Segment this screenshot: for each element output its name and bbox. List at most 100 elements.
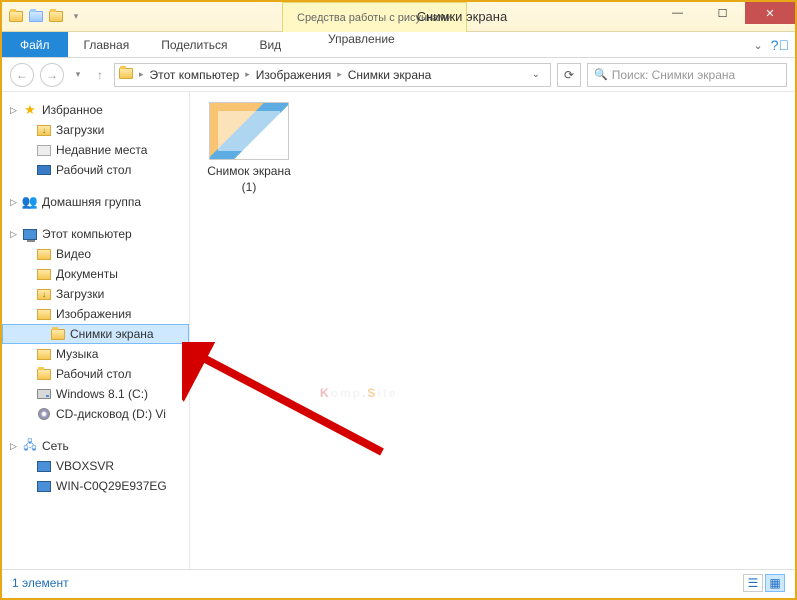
nav-recent-dropdown[interactable]: ▾: [70, 63, 86, 87]
address-bar[interactable]: ▸ Этот компьютер ▸ Изображения ▸ Снимки …: [114, 63, 551, 87]
tree-root-network[interactable]: ▷ 🖧 Сеть: [2, 436, 189, 456]
status-item-count: 1 элемент: [12, 576, 69, 590]
disc-icon: [36, 406, 52, 422]
help-icon[interactable]: ?⃝: [771, 37, 789, 53]
expand-icon[interactable]: ▷: [10, 197, 22, 208]
tree-item-desktop[interactable]: Рабочий стол: [2, 160, 189, 180]
quick-access-toolbar: ▾: [2, 9, 90, 25]
tree-label: Недавние места: [56, 143, 147, 157]
tree-label: Загрузки: [56, 287, 104, 301]
minimize-button[interactable]: —: [655, 2, 700, 24]
tree-label: Загрузки: [56, 123, 104, 137]
expand-icon[interactable]: ▷: [10, 229, 22, 240]
title-bar: ▾ Средства работы с рисунками Снимки экр…: [2, 2, 795, 32]
tree-item-drive-d[interactable]: CD-дисковод (D:) Vi: [2, 404, 189, 424]
view-details-button[interactable]: ☰: [743, 574, 763, 592]
refresh-button[interactable]: ⟳: [557, 63, 581, 87]
star-icon: ★: [22, 102, 38, 118]
tree-label: Рабочий стол: [56, 163, 131, 177]
tree-homegroup: ▷ 👥 Домашняя группа: [2, 192, 189, 212]
ribbon-tabs: Файл Главная Поделиться Вид Управление ⌄…: [2, 32, 795, 58]
drive-icon: [36, 386, 52, 402]
nav-forward-button[interactable]: →: [40, 63, 64, 87]
tree-label: Видео: [56, 247, 91, 261]
video-folder-icon: [36, 246, 52, 262]
tree-root-homegroup[interactable]: ▷ 👥 Домашняя группа: [2, 192, 189, 212]
search-placeholder: Поиск: Снимки экрана: [612, 68, 735, 82]
window-title: Снимки экрана: [417, 9, 508, 24]
tree-network: ▷ 🖧 Сеть VBOXSVR WIN-C0Q29E937EG: [2, 436, 189, 496]
window-controls: — ☐ ✕: [655, 2, 795, 24]
tree-item-downloads[interactable]: Загрузки: [2, 120, 189, 140]
desktop-icon: [36, 162, 52, 178]
new-folder-icon[interactable]: [48, 9, 64, 25]
file-thumbnail: [209, 102, 289, 160]
tree-label: Рабочий стол: [56, 367, 131, 381]
file-name: Снимок экрана (1): [204, 164, 294, 195]
tree-label: Этот компьютер: [42, 227, 132, 241]
tab-manage[interactable]: Управление: [312, 32, 411, 46]
tree-item-screenshots[interactable]: Снимки экрана: [2, 324, 189, 344]
tree-item-netpc1[interactable]: VBOXSVR: [2, 456, 189, 476]
downloads-icon: [36, 122, 52, 138]
tree-item-desktop2[interactable]: Рабочий стол: [2, 364, 189, 384]
tree-root-favorites[interactable]: ▷ ★ Избранное: [2, 100, 189, 120]
documents-folder-icon: [36, 266, 52, 282]
tab-view[interactable]: Вид: [243, 32, 297, 57]
images-folder-icon: [36, 306, 52, 322]
view-icons-button[interactable]: ▦: [765, 574, 785, 592]
nav-back-button[interactable]: ←: [10, 63, 34, 87]
tree-item-documents[interactable]: Документы: [2, 264, 189, 284]
tab-home[interactable]: Главная: [68, 32, 146, 57]
tree-label: Изображения: [56, 307, 131, 321]
folder-icon[interactable]: [8, 9, 24, 25]
tree-item-music[interactable]: Музыка: [2, 344, 189, 364]
ribbon-expand-icon[interactable]: ⌄: [753, 39, 762, 52]
expand-icon[interactable]: ▷: [10, 105, 22, 116]
downloads-folder-icon: [36, 286, 52, 302]
tree-item-images[interactable]: Изображения: [2, 304, 189, 324]
chevron-right-icon[interactable]: ▸: [139, 69, 144, 80]
qat-dropdown-icon[interactable]: ▾: [68, 9, 84, 25]
tree-root-computer[interactable]: ▷ Этот компьютер: [2, 224, 189, 244]
tree-item-drive-c[interactable]: Windows 8.1 (C:): [2, 384, 189, 404]
maximize-button[interactable]: ☐: [700, 2, 745, 24]
tree-label: Музыка: [56, 347, 98, 361]
tree-favorites: ▷ ★ Избранное Загрузки Недавние места Ра…: [2, 100, 189, 180]
tree-item-recent[interactable]: Недавние места: [2, 140, 189, 160]
chevron-right-icon[interactable]: ▸: [337, 69, 342, 80]
file-tab[interactable]: Файл: [2, 32, 68, 57]
address-row: ← → ▾ ↑ ▸ Этот компьютер ▸ Изображения ▸…: [2, 58, 795, 92]
expand-icon[interactable]: ▷: [10, 441, 22, 452]
properties-icon[interactable]: [28, 9, 44, 25]
chevron-right-icon[interactable]: ▸: [245, 69, 250, 80]
tree-item-downloads2[interactable]: Загрузки: [2, 284, 189, 304]
nav-up-button[interactable]: ↑: [92, 63, 108, 87]
computer-icon: [22, 226, 38, 242]
music-folder-icon: [36, 346, 52, 362]
tab-share[interactable]: Поделиться: [145, 32, 243, 57]
breadcrumb-item[interactable]: Изображения: [252, 68, 335, 82]
recent-icon: [36, 142, 52, 158]
network-icon: 🖧: [22, 438, 38, 454]
close-button[interactable]: ✕: [745, 2, 795, 24]
tree-label: Избранное: [42, 103, 103, 117]
tree-label: Снимки экрана: [70, 327, 154, 341]
ribbon-corner: ⌄ ?⃝: [753, 32, 789, 58]
folder-icon: [119, 68, 135, 82]
network-pc-icon: [36, 478, 52, 494]
search-input[interactable]: 🔍 Поиск: Снимки экрана: [587, 63, 787, 87]
tree-computer: ▷ Этот компьютер Видео Документы Загрузк…: [2, 224, 189, 424]
explorer-window: ▾ Средства работы с рисунками Снимки экр…: [0, 0, 797, 600]
folder-icon: [50, 326, 66, 342]
file-item[interactable]: Снимок экрана (1): [204, 102, 294, 195]
content-pane[interactable]: Снимок экрана (1) Komp.Site: [190, 92, 795, 569]
breadcrumb-item[interactable]: Этот компьютер: [146, 68, 244, 82]
breadcrumb-item[interactable]: Снимки экрана: [344, 68, 436, 82]
address-dropdown-icon[interactable]: ⌄: [526, 69, 546, 80]
tree-item-netpc2[interactable]: WIN-C0Q29E937EG: [2, 476, 189, 496]
tree-item-video[interactable]: Видео: [2, 244, 189, 264]
tree-label: CD-дисковод (D:) Vi: [56, 407, 166, 421]
view-switcher: ☰ ▦: [743, 574, 785, 592]
search-icon: 🔍: [594, 68, 608, 81]
